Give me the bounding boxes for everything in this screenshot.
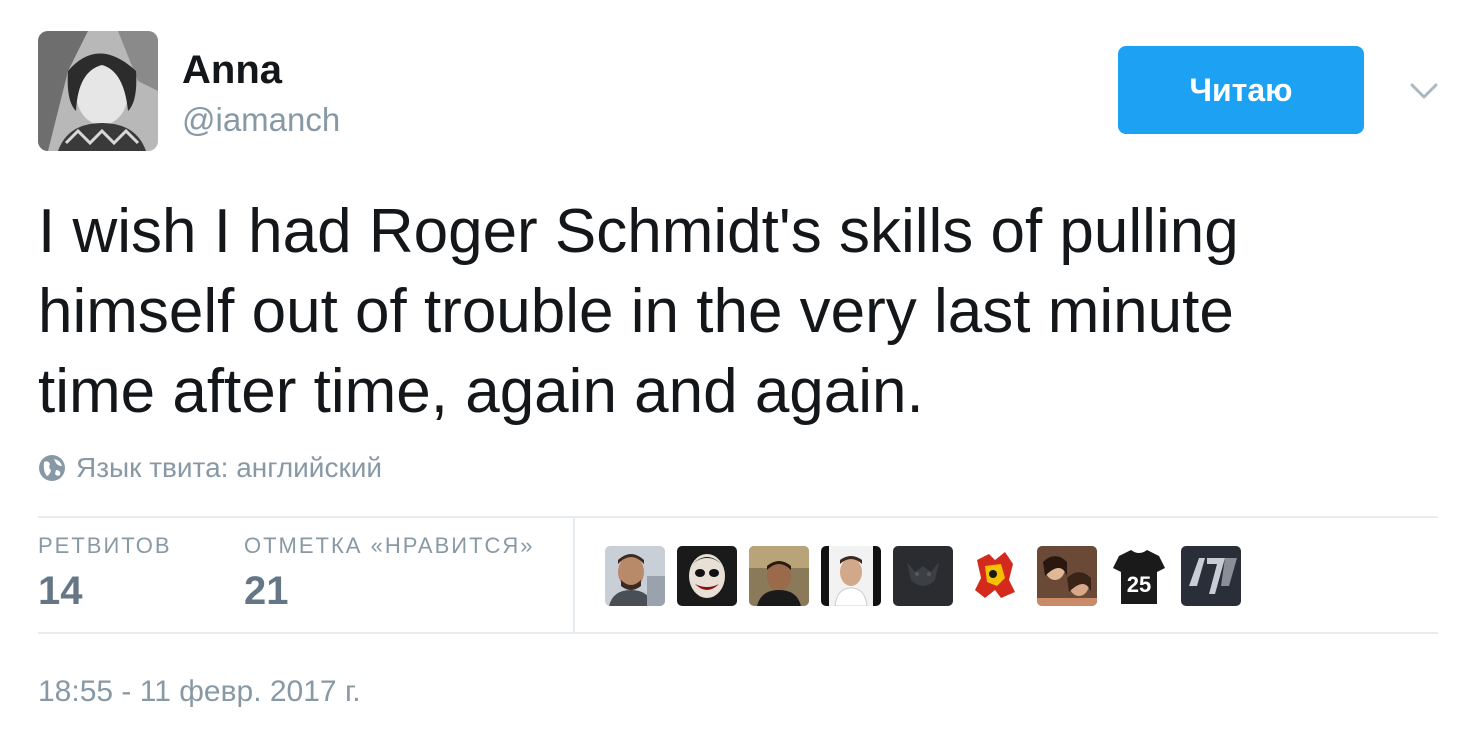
stats-top-divider (38, 516, 1438, 518)
retweets-stat[interactable]: РЕТВИТОВ 14 (38, 532, 172, 618)
stats-vertical-divider (573, 518, 575, 632)
likes-label: ОТМЕТКА «НРАВИТСЯ» (244, 533, 535, 558)
tweet-timestamp[interactable]: 18:55 - 11 февр. 2017 г. (38, 672, 361, 712)
tweet-text: I wish I had Roger Schmidt's skills of p… (38, 197, 1239, 426)
liker-avatar[interactable] (749, 546, 809, 606)
liker-avatar[interactable] (893, 546, 953, 606)
chevron-down-icon[interactable] (1404, 70, 1444, 110)
following-button[interactable]: Читаю (1118, 46, 1364, 134)
stats-bottom-divider (38, 632, 1438, 634)
liker-avatar[interactable]: 25 (1109, 546, 1169, 606)
language-label[interactable]: Язык твита: английский (76, 452, 382, 484)
likes-count: 21 (244, 569, 289, 613)
retweets-count: 14 (38, 569, 83, 613)
user-avatar[interactable] (38, 31, 158, 151)
liker-avatar[interactable] (1181, 546, 1241, 606)
user-name[interactable]: Anna (182, 46, 282, 94)
tweet-card: Anna @iamanch Читаю I wish I had Roger S… (0, 0, 1460, 738)
liker-avatar[interactable] (821, 546, 881, 606)
liker-avatar[interactable] (1037, 546, 1097, 606)
likes-stat[interactable]: ОТМЕТКА «НРАВИТСЯ» 21 (244, 532, 535, 618)
retweets-label: РЕТВИТОВ (38, 533, 172, 558)
liker-avatar[interactable] (677, 546, 737, 606)
globe-icon (38, 454, 66, 482)
liker-jersey-number: 25 (1127, 572, 1151, 597)
liker-avatars: 25 (605, 546, 1253, 606)
user-handle[interactable]: @iamanch (182, 100, 340, 140)
tweet-language: Язык твита: английский (38, 450, 382, 486)
liker-avatar[interactable] (605, 546, 665, 606)
liker-avatar[interactable] (965, 546, 1025, 606)
